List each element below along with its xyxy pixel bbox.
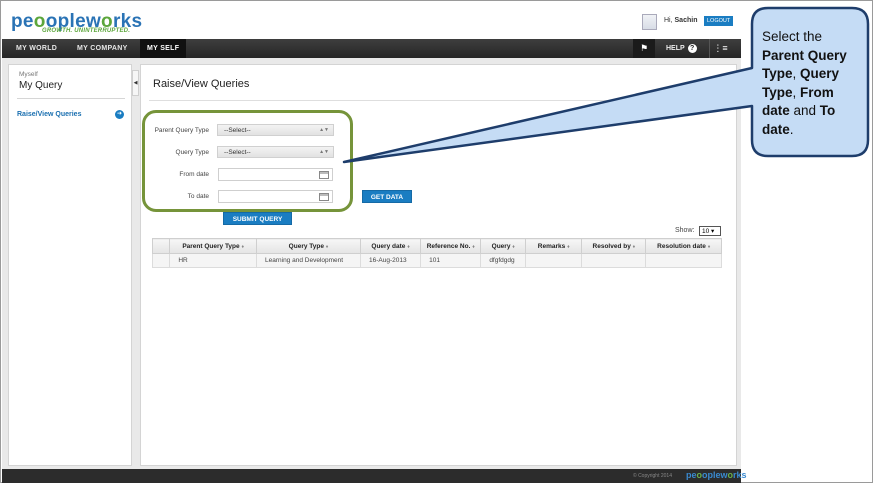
highlight-box (142, 110, 353, 212)
arrow-right-icon[interactable]: ➜ (115, 110, 124, 119)
user-greeting: Hi, Sachin (664, 17, 697, 24)
submit-query-button[interactable]: SUBMIT QUERY (223, 212, 292, 225)
sort-icon: ♦ (632, 243, 636, 250)
collapse-sidebar-handle[interactable]: ◀ (132, 70, 139, 96)
header-label: Parent Query Type (182, 242, 240, 250)
logo-part: rks (733, 470, 747, 480)
footer-logo: peoopleworks (686, 470, 747, 480)
callout-text-part: , (792, 84, 801, 100)
column-header-query-type[interactable]: Query Type ♦ (256, 238, 361, 254)
column-header-resolution-date[interactable]: Resolution date ♦ (645, 238, 722, 254)
row-select-cell[interactable] (151, 253, 171, 268)
logo-tagline: GROWTH. UNINTERRUPTED. (42, 28, 131, 34)
logo-part: pe (11, 11, 34, 32)
cell-query-type: Learning and Development (256, 253, 361, 268)
header-label: Resolved by (592, 242, 631, 250)
header: peoopleworks GROWTH. UNINTERRUPTED. Hi, … (2, 2, 741, 39)
nav-my-self[interactable]: MY SELF (140, 39, 187, 58)
callout-text: Select the Parent Query Type, Query Type… (762, 28, 860, 139)
page-size-select[interactable]: 10 ▾ (699, 226, 721, 236)
copyright-text: © Copyright 2014 (633, 473, 672, 479)
logo-part: pe (686, 470, 697, 480)
column-header-remarks[interactable]: Remarks ♦ (525, 238, 583, 254)
sidebar-item-raise-view-queries[interactable]: Raise/View Queries (17, 111, 81, 118)
logo-part: ople (702, 470, 721, 480)
header-label: Query date (371, 242, 406, 250)
column-header-reference-no[interactable]: Reference No. ♦ (420, 238, 482, 254)
cell-remarks (525, 253, 583, 268)
cell-parent-query-type: HR (169, 253, 257, 268)
callout-text-part: and (789, 103, 820, 118)
show-label: Show: (675, 227, 695, 234)
header-label: Query (491, 242, 511, 250)
avatar[interactable] (642, 14, 657, 30)
column-header-resolved-by[interactable]: Resolved by ♦ (581, 238, 647, 254)
flag-icon[interactable]: ⚑ (633, 39, 655, 58)
callout-text-part: Select the (762, 29, 823, 44)
cell-query-date: 16-Aug-2013 (359, 253, 422, 268)
sort-icon: ♦ (241, 243, 245, 250)
sort-icon: ♦ (407, 243, 410, 250)
greeting-prefix: Hi, (664, 17, 673, 24)
sort-icon: ♦ (567, 243, 570, 250)
sidebar-title: My Query (19, 80, 63, 91)
column-header-select (151, 238, 171, 254)
nav-my-world[interactable]: MY WORLD (16, 39, 57, 58)
sidebar: Myself My Query Raise/View Queries ➜ (8, 64, 132, 466)
footer: © Copyright 2014 peoopleworks (2, 469, 747, 483)
help-icon: ? (687, 43, 697, 53)
nav-my-company[interactable]: MY COMPANY (77, 39, 128, 58)
cell-query: dfgfdgdg (480, 253, 527, 268)
header-label: Reference No. (426, 242, 471, 250)
help-menu[interactable]: HELP? (666, 39, 697, 58)
menu-icon[interactable]: ⋮≡ (709, 39, 731, 58)
queries-table: Parent Query Type ♦ Query Type ♦ Query d… (151, 238, 722, 268)
sidebar-breadcrumb: Myself (19, 71, 38, 78)
get-data-button[interactable]: GET DATA (362, 190, 412, 203)
column-header-query[interactable]: Query ♦ (480, 238, 527, 254)
sort-icon: ♦ (472, 243, 475, 250)
callout-text-part: , (792, 66, 801, 81)
header-label: Remarks (537, 242, 566, 250)
user-name: Sachin (674, 17, 698, 24)
logout-button[interactable]: LOGOUT (704, 16, 734, 26)
header-label: Query Type (288, 242, 324, 250)
cell-resolution-date (645, 253, 722, 268)
cell-resolved-by (581, 253, 647, 268)
callout-text-part: . (789, 121, 794, 137)
column-header-parent-query-type[interactable]: Parent Query Type ♦ (169, 238, 257, 254)
sort-icon: ♦ (325, 243, 329, 250)
table-header-row: Parent Query Type ♦ Query Type ♦ Query d… (151, 238, 722, 254)
divider (149, 100, 734, 101)
help-label: HELP (666, 45, 685, 52)
top-nav: MY WORLD MY COMPANY MY SELF ⚑ HELP? ⋮≡ (2, 39, 741, 58)
divider (17, 98, 125, 99)
logo-part: w (720, 470, 728, 480)
table-row[interactable]: HR Learning and Development 16-Aug-2013 … (151, 253, 722, 268)
column-header-query-date[interactable]: Query date ♦ (359, 238, 422, 254)
sort-icon: ♦ (707, 243, 711, 250)
app-window: peoopleworks GROWTH. UNINTERRUPTED. Hi, … (0, 0, 873, 483)
page-size-value: 10 (702, 228, 710, 235)
cell-reference-no: 101 (420, 253, 482, 268)
sort-icon: ♦ (512, 243, 515, 250)
header-label: Resolution date (657, 242, 706, 250)
page-title: Raise/View Queries (153, 78, 250, 90)
